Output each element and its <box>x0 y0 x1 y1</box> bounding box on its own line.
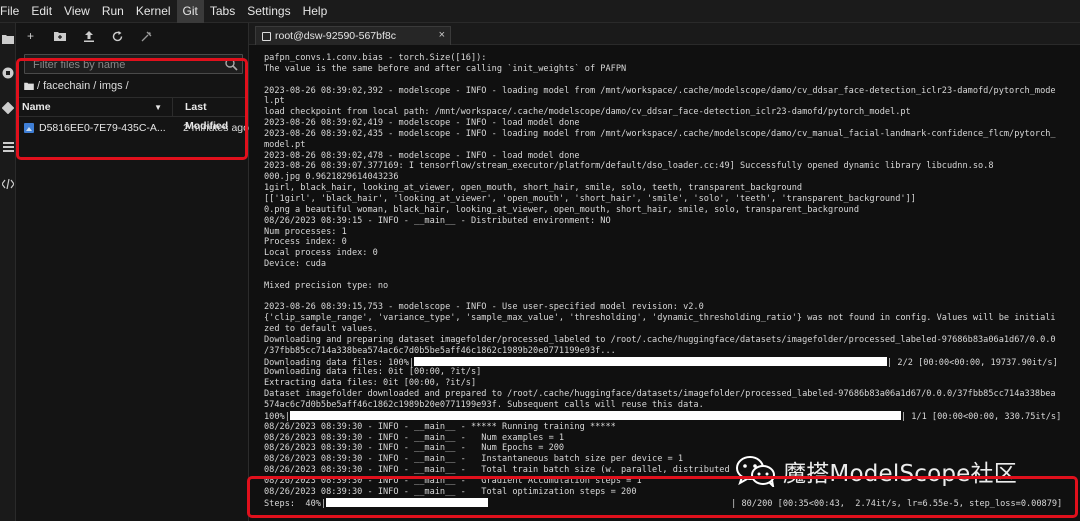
activity-bar <box>0 23 16 521</box>
upload-button[interactable] <box>74 24 103 48</box>
terminal-line: The value is the same before and after c… <box>264 63 627 74</box>
menu-file[interactable]: File <box>0 0 25 23</box>
folder-icon[interactable] <box>0 31 16 51</box>
menu-git[interactable]: Git <box>176 0 204 23</box>
terminal-line: 000.jpg 0.9621829614043236 <box>264 172 399 183</box>
new-folder-icon <box>53 32 66 41</box>
list-icon[interactable] <box>0 139 16 159</box>
terminal-line: Device: cuda <box>264 259 327 270</box>
terminal-icon <box>262 31 271 41</box>
terminal-output[interactable]: pafpn_convs.1.conv.bias - torch.Size([16… <box>249 45 1080 521</box>
terminal-line: 0.png a beautiful woman, black_hair, loo… <box>264 204 859 215</box>
main-tab-bar: root@dsw-92590-567bf8c × <box>249 23 1080 45</box>
terminal-line: zed to default values. <box>264 324 378 335</box>
terminal-line: 2023-08-26 08:39:15,753 - modelscope - I… <box>264 302 704 313</box>
menu-run[interactable]: Run <box>96 0 130 23</box>
git-clone-button[interactable] <box>132 24 161 48</box>
download-progress-line: Downloading data files: 100%| | 2/2 [00:0… <box>264 356 1058 368</box>
new-folder-button[interactable] <box>45 24 74 48</box>
refresh-button[interactable] <box>103 24 132 48</box>
terminal-line: load checkpoint from local path: /mnt/wo… <box>264 107 911 118</box>
git-icon[interactable] <box>0 101 16 121</box>
terminal-line: Num processes: 1 <box>264 226 347 237</box>
code-icon[interactable] <box>0 176 16 196</box>
extract-progress-bar <box>289 410 901 420</box>
terminal-line: 2023-08-26 08:39:02,478 - modelscope - I… <box>264 150 580 161</box>
terminal-line: Downloading data files: 0it [00:00, ?it/… <box>264 367 482 378</box>
terminal-line: 08/26/2023 08:39:30 - INFO - __main__ - … <box>264 432 565 443</box>
terminal-line: Dataset imagefolder downloaded and prepa… <box>264 389 1056 400</box>
terminal-line: Process index: 0 <box>264 237 347 248</box>
terminal-line: 08/26/2023 08:39:15 - INFO - __main__ - … <box>264 215 611 226</box>
tab-terminal[interactable]: root@dsw-92590-567bf8c × <box>255 26 451 45</box>
close-icon[interactable]: × <box>439 29 445 41</box>
git-clone-icon <box>141 31 152 41</box>
extract-progress-line: 100%| | 1/1 [00:00<00:00, 330.75it/s] <box>264 410 1062 422</box>
terminal-line: Extracting data files: 0it [00:00, ?it/s… <box>264 378 477 389</box>
terminal-line: 2023-08-26 08:39:07.377169: I tensorflow… <box>264 161 994 172</box>
terminal-line: 08/26/2023 08:39:30 - INFO - __main__ - … <box>264 443 565 454</box>
menu-bar: File Edit View Run Kernel Git Tabs Setti… <box>0 0 1080 23</box>
plus-icon: + <box>26 29 34 43</box>
menu-settings[interactable]: Settings <box>241 0 296 23</box>
tab-title: root@dsw-92590-567bf8c <box>275 30 396 42</box>
terminal-line: l.pt <box>264 96 285 107</box>
highlight-box-training-steps <box>247 476 1078 518</box>
terminal-line: 2023-08-26 08:39:02,435 - modelscope - I… <box>264 128 1056 139</box>
menu-kernel[interactable]: Kernel <box>130 0 177 23</box>
terminal-line: Local process index: 0 <box>264 248 378 259</box>
terminal-line: Downloading and preparing dataset imagef… <box>264 334 1056 345</box>
running-stop-icon[interactable] <box>0 66 16 86</box>
download-progress-bar <box>414 356 888 366</box>
menu-help[interactable]: Help <box>297 0 334 23</box>
menu-tabs[interactable]: Tabs <box>204 0 241 23</box>
terminal-line: /37fbb85cc714a338bea574ac6c7d0b5be5aff46… <box>264 345 616 356</box>
refresh-icon <box>112 30 123 41</box>
menu-view[interactable]: View <box>58 0 96 23</box>
terminal-line: 1girl, black_hair, looking_at_viewer, op… <box>264 183 803 194</box>
terminal-line: model.pt <box>264 139 306 150</box>
terminal-line: Mixed precision type: no <box>264 280 389 291</box>
terminal-line: 08/26/2023 08:39:30 - INFO - __main__ - … <box>264 421 616 432</box>
terminal-line: {'clip_sample_range', 'variance_type', '… <box>264 313 1056 324</box>
file-browser-toolbar: + <box>16 23 249 49</box>
terminal-line: 2023-08-26 08:39:02,392 - modelscope - I… <box>264 85 1056 96</box>
menu-edit[interactable]: Edit <box>25 0 58 23</box>
highlight-box-file-browser <box>16 58 248 160</box>
upload-icon <box>83 30 94 42</box>
new-launcher-button[interactable]: + <box>16 24 45 48</box>
terminal-line: pafpn_convs.1.conv.bias - torch.Size([16… <box>264 53 487 63</box>
terminal-line: [['1girl', 'black_hair', 'looking_at_vie… <box>264 193 916 204</box>
terminal-line: 2023-08-26 08:39:02,419 - modelscope - I… <box>264 118 580 129</box>
terminal-line: 574ac6c7d0b5be5aff46c1862c1989b20e077119… <box>264 400 704 410</box>
